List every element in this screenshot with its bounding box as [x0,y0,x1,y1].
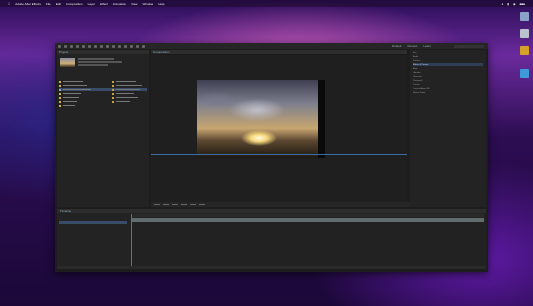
project-columns [112,80,150,104]
selection-tool-icon[interactable] [64,44,67,48]
camera-tool-icon[interactable] [88,44,91,48]
desktop-icons [520,12,529,78]
footage-edge [318,80,325,158]
menu-animation[interactable]: Animation [113,2,126,6]
panel-preview[interactable]: Preview [413,59,483,62]
control-center-icon[interactable]: ◉ [513,2,516,6]
channel-icon[interactable] [181,203,187,206]
help-search-input[interactable] [454,44,484,48]
menu-help[interactable]: Help [158,2,164,6]
rotate-tool-icon[interactable] [82,44,85,48]
panel-character[interactable]: Character [413,75,483,78]
pen-tool-icon[interactable] [106,44,109,48]
battery-icon[interactable]: ▮ [507,2,509,6]
menu-bar:  Adobe After Effects File Edit Composit… [0,0,533,7]
project-panel-header: Project [57,50,149,54]
shape-tool-icon[interactable] [100,44,103,48]
pan-behind-tool-icon[interactable] [94,44,97,48]
sunset-clouds-footage[interactable] [197,80,325,158]
layer-duration-bar[interactable] [131,218,484,222]
desktop-document-icon[interactable] [520,29,529,38]
app-menu[interactable]: Adobe After Effects [15,2,41,6]
tab-composition[interactable]: Composition [153,50,170,54]
footage-thumbnail [60,58,75,67]
playhead[interactable] [131,214,132,269]
menu-effect[interactable]: Effect [100,2,108,6]
table-row[interactable] [59,221,127,224]
panel-align[interactable]: Align [413,67,483,70]
grid-toggle-icon[interactable] [172,203,178,206]
panel-content-aware-fill[interactable]: Content-Aware Fill [413,87,483,90]
brush-tool-icon[interactable] [118,44,121,48]
tab-project[interactable]: Project [59,50,68,54]
panel-paragraph[interactable]: Paragraph [413,79,483,82]
clone-tool-icon[interactable] [124,44,127,48]
roto-tool-icon[interactable] [136,44,139,48]
desktop-file-icon[interactable] [520,12,529,21]
workspace-learn[interactable]: Learn [423,44,431,48]
puppet-tool-icon[interactable] [142,44,145,48]
timeline-header: Timeline [57,209,486,213]
wifi-icon[interactable]: ● [501,2,503,6]
panel-tracker[interactable]: Tracker [413,83,483,86]
right-panel-stack: Info Audio Preview Effects & Presets Ali… [410,50,486,207]
panel-info[interactable]: Info [413,51,483,54]
apple-icon[interactable]:  [8,2,10,6]
menu-layer[interactable]: Layer [88,2,96,6]
composition-viewer[interactable] [151,55,407,202]
timeline-footer [57,266,486,269]
time-ruler[interactable] [131,214,484,217]
menu-composition[interactable]: Composition [66,2,83,6]
list-item[interactable] [59,104,147,107]
hand-tool-icon[interactable] [70,44,73,48]
timeline-panel: Timeline [57,209,486,269]
tools-toolbar: Default Review Learn [55,43,488,49]
menu-edit[interactable]: Edit [56,2,61,6]
layer-list [57,214,129,269]
desktop-folder-icon[interactable] [520,46,529,55]
zoom-tool-icon[interactable] [76,44,79,48]
after-effects-window: Default Review Learn Project Composition… [55,43,488,272]
panel-libraries[interactable]: Libraries [413,71,483,74]
zoom-dropdown[interactable] [154,203,160,206]
timecode-display[interactable] [190,203,196,206]
type-tool-icon[interactable] [112,44,115,48]
home-icon[interactable] [58,44,61,48]
workspace-review[interactable]: Review [407,44,417,48]
desktop-drive-icon[interactable] [520,69,529,78]
tab-timeline[interactable]: Timeline [60,209,71,213]
footage-metadata [78,58,128,67]
project-panel: Project [57,50,149,207]
workspace-default[interactable]: Default [392,44,402,48]
menu-file[interactable]: File [46,2,51,6]
panel-audio[interactable]: Audio [413,55,483,58]
viewer-controls [151,202,410,207]
menu-view[interactable]: View [131,2,137,6]
clock[interactable]: ■■■ [520,2,525,6]
status-area: ● ▮ ◉ ■■■ [501,2,533,6]
composition-panel-header: Composition [151,50,407,54]
composition-panel: Composition [151,50,410,207]
eraser-tool-icon[interactable] [130,44,133,48]
camera-dropdown[interactable] [199,203,205,206]
resolution-dropdown[interactable] [163,203,169,206]
panel-effects-presets[interactable]: Effects & Presets [413,63,483,66]
layer-bounding-line [151,154,407,155]
workspace-switcher: Default Review Learn [392,44,451,48]
menu-window[interactable]: Window [143,2,154,6]
panel-motion-sketch[interactable]: Motion Sketch [413,91,483,94]
